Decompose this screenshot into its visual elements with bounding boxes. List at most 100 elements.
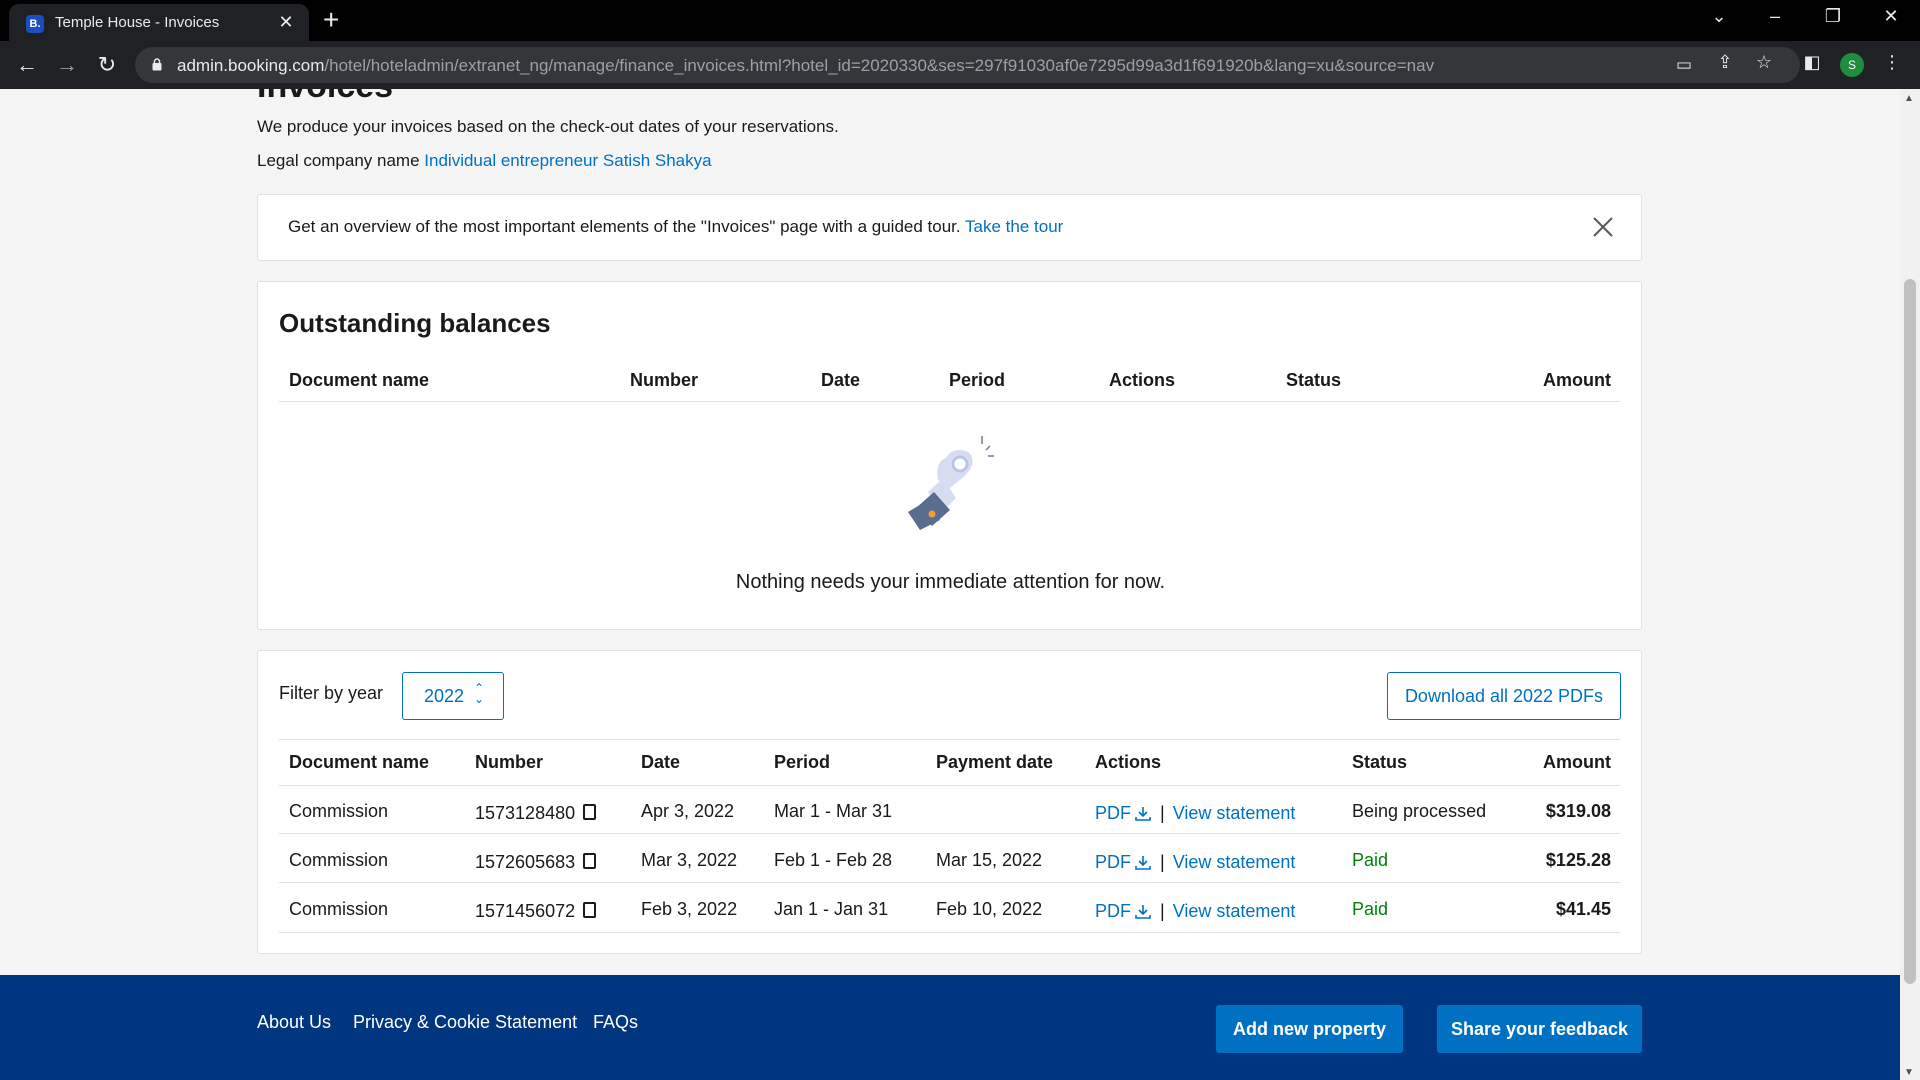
cell-payment-date: Feb 10, 2022 bbox=[936, 899, 1043, 919]
footer-link-about[interactable]: About Us bbox=[257, 1012, 331, 1033]
reader-mode-icon[interactable]: ▭ bbox=[1672, 55, 1696, 75]
separator: | bbox=[1160, 852, 1165, 872]
url-text: admin.booking.com/hotel/hoteladmin/extra… bbox=[177, 56, 1434, 76]
col-header-status: Status bbox=[1286, 370, 1342, 390]
status-badge: Paid bbox=[1352, 850, 1389, 870]
col-header-number: Number bbox=[475, 752, 544, 772]
legal-company-line: Legal company name Individual entreprene… bbox=[257, 151, 712, 171]
pdf-label: PDF bbox=[1095, 901, 1131, 921]
year-select[interactable]: 2022 ⌃ ⌄ bbox=[402, 672, 504, 720]
tab-close-icon[interactable]: ✕ bbox=[275, 11, 297, 33]
cell-actions: PDF | View statement bbox=[1095, 901, 1295, 922]
pdf-label: PDF bbox=[1095, 852, 1131, 872]
copy-icon[interactable] bbox=[583, 853, 597, 869]
share-icon[interactable]: ⇪ bbox=[1713, 52, 1737, 73]
close-icon[interactable] bbox=[1591, 215, 1615, 239]
cell-period: Mar 1 - Mar 31 bbox=[774, 801, 893, 821]
view-statement-link[interactable]: View statement bbox=[1173, 803, 1296, 823]
cell-period: Feb 1 - Feb 28 bbox=[774, 850, 893, 870]
page-title: Invoices bbox=[257, 89, 393, 106]
side-panel-icon[interactable]: ◧ bbox=[1800, 52, 1824, 73]
table-divider bbox=[279, 833, 1620, 834]
pdf-download-link[interactable]: PDF bbox=[1095, 803, 1152, 823]
empty-state-message: Nothing needs your immediate attention f… bbox=[735, 571, 1166, 593]
tab-search-chevron-icon[interactable]: ⌄ bbox=[1704, 6, 1734, 27]
outstanding-balances-heading: Outstanding balances bbox=[279, 308, 551, 338]
copy-icon[interactable] bbox=[583, 804, 597, 820]
cell-amount: $125.28 bbox=[1545, 850, 1611, 870]
profile-avatar[interactable]: S bbox=[1840, 53, 1864, 77]
take-tour-link[interactable]: Take the tour bbox=[965, 217, 1063, 236]
col-header-actions: Actions bbox=[1109, 370, 1176, 390]
copy-icon[interactable] bbox=[583, 902, 597, 918]
ok-hand-illustration-icon bbox=[908, 436, 994, 530]
forward-arrow-icon[interactable]: → bbox=[53, 51, 81, 79]
col-header-date: Date bbox=[821, 370, 861, 390]
cell-amount: $41.45 bbox=[1555, 899, 1611, 919]
share-feedback-button[interactable]: Share your feedback bbox=[1437, 1005, 1642, 1053]
cell-number: 1572605683 bbox=[475, 852, 597, 873]
browser-toolbar: ← → ↻ admin.booking.com/hotel/hoteladmin… bbox=[0, 41, 1920, 89]
pdf-download-link[interactable]: PDF bbox=[1095, 901, 1152, 921]
scroll-up-arrow-icon[interactable]: ▲ bbox=[1904, 93, 1914, 104]
col-header-document-name: Document name bbox=[289, 370, 430, 390]
status-badge: Paid bbox=[1352, 899, 1389, 919]
tab-title: Temple House - Invoices bbox=[55, 14, 220, 31]
col-header-payment-date: Payment date bbox=[936, 752, 1054, 772]
browser-tab-bar: B. Temple House - Invoices ✕ + ⌄ – ❐ ✕ bbox=[0, 0, 1920, 41]
invoices-card: Filter by year 2022 ⌃ ⌄ Download all 2022… bbox=[257, 650, 1642, 954]
scroll-down-arrow-icon[interactable]: ▼ bbox=[1904, 1067, 1914, 1078]
menu-kebab-icon[interactable]: ⋮ bbox=[1880, 52, 1904, 73]
add-new-property-button[interactable]: Add new property bbox=[1216, 1005, 1403, 1053]
intro-text: We produce your invoices based on the ch… bbox=[257, 117, 839, 136]
col-header-status: Status bbox=[1352, 752, 1408, 772]
footer-link-faqs[interactable]: FAQs bbox=[593, 1012, 638, 1033]
minimize-icon[interactable]: – bbox=[1760, 6, 1790, 27]
cell-document-name: Commission bbox=[289, 801, 389, 821]
col-header-amount: Amount bbox=[1543, 752, 1611, 772]
separator: | bbox=[1160, 803, 1165, 823]
footer: About Us Privacy & Cookie Statement FAQs… bbox=[0, 975, 1900, 1080]
table-divider bbox=[279, 401, 1620, 402]
download-all-pdfs-button[interactable]: Download all 2022 PDFs bbox=[1387, 672, 1621, 720]
col-header-date: Date bbox=[641, 752, 681, 772]
pdf-label: PDF bbox=[1095, 803, 1131, 823]
back-arrow-icon[interactable]: ← bbox=[13, 51, 41, 79]
table-divider bbox=[279, 739, 1620, 740]
url-path: /hotel/hoteladmin/extranet_ng/manage/fin… bbox=[324, 56, 1435, 75]
booking-favicon-icon: B. bbox=[26, 15, 44, 33]
legal-company-link[interactable]: Individual entrepreneur Satish Shakya bbox=[424, 151, 711, 170]
cell-payment-date: Mar 15, 2022 bbox=[936, 850, 1043, 870]
view-statement-link[interactable]: View statement bbox=[1173, 901, 1296, 921]
download-icon bbox=[1135, 856, 1151, 870]
table-divider bbox=[279, 785, 1620, 786]
invoice-number: 1571456072 bbox=[475, 901, 576, 921]
page-content: Invoices We produce your invoices based … bbox=[0, 89, 1900, 1080]
select-chevron-icon: ⌃ ⌄ bbox=[474, 681, 485, 706]
window-close-icon[interactable]: ✕ bbox=[1876, 6, 1906, 27]
table-divider bbox=[279, 932, 1620, 933]
col-header-amount: Amount bbox=[1543, 370, 1611, 390]
guided-tour-banner: Get an overview of the most important el… bbox=[257, 194, 1642, 261]
browser-tab[interactable]: B. Temple House - Invoices ✕ bbox=[9, 4, 309, 41]
cell-number: 1571456072 bbox=[475, 901, 597, 922]
cell-date: Apr 3, 2022 bbox=[641, 801, 735, 821]
cell-period: Jan 1 - Jan 31 bbox=[774, 899, 889, 919]
pdf-download-link[interactable]: PDF bbox=[1095, 852, 1152, 872]
view-statement-link[interactable]: View statement bbox=[1173, 852, 1296, 872]
tour-description: Get an overview of the most important el… bbox=[288, 217, 961, 236]
page-scrollbar[interactable]: ▲ ▼ bbox=[1900, 89, 1920, 1080]
new-tab-icon[interactable]: + bbox=[323, 5, 339, 35]
table-divider bbox=[279, 882, 1620, 883]
bookmark-star-icon[interactable]: ☆ bbox=[1752, 52, 1776, 73]
scrollbar-thumb[interactable] bbox=[1904, 279, 1916, 984]
reload-icon[interactable]: ↻ bbox=[93, 51, 121, 79]
invoice-number: 1573128480 bbox=[475, 803, 576, 823]
cell-date: Mar 3, 2022 bbox=[641, 850, 738, 870]
footer-link-privacy[interactable]: Privacy & Cookie Statement bbox=[353, 1012, 577, 1033]
lock-icon bbox=[152, 58, 162, 71]
restore-icon[interactable]: ❐ bbox=[1818, 6, 1848, 27]
status-badge: Being processed bbox=[1352, 801, 1487, 821]
address-bar[interactable]: admin.booking.com/hotel/hoteladmin/extra… bbox=[135, 47, 1800, 83]
col-header-period: Period bbox=[949, 370, 1006, 390]
